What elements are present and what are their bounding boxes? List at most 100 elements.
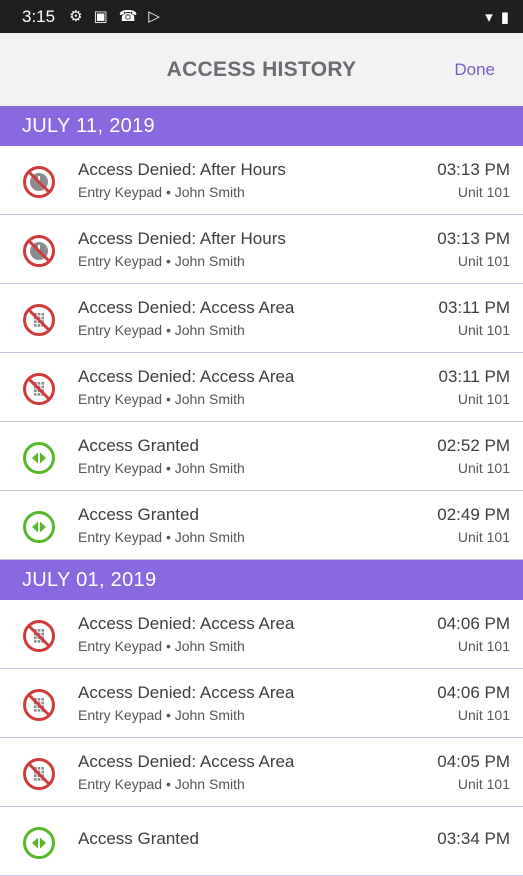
status-time: 3:15 [22, 6, 56, 26]
event-details: Entry Keypad • John Smith [78, 529, 245, 545]
row-meta: 02:52 PM Unit 101 [437, 436, 523, 476]
row-meta: 03:13 PM Unit 101 [437, 160, 523, 200]
access-granted-icon [23, 827, 55, 859]
access-granted-icon [23, 511, 55, 543]
access-denied-area-icon [23, 758, 55, 790]
event-title: Access Denied: Access Area [78, 683, 295, 702]
access-denied-hours-icon [23, 166, 55, 198]
history-row[interactable]: Access Denied: Access Area Entry Keypad … [0, 353, 523, 422]
event-unit: Unit 101 [457, 638, 510, 654]
event-title: Access Denied: Access Area [78, 367, 295, 386]
access-denied-area-icon [23, 689, 55, 721]
row-meta: 02:49 PM Unit 101 [437, 505, 523, 545]
access-granted-icon [23, 442, 55, 474]
event-details: Entry Keypad • John Smith [78, 253, 245, 269]
row-status-icon [0, 753, 78, 791]
history-row[interactable]: Access Denied: Access Area Entry Keypad … [0, 738, 523, 807]
event-title: Access Granted [78, 829, 199, 848]
access-denied-area-icon [23, 304, 55, 336]
event-title: Access Denied: After Hours [78, 160, 286, 179]
history-row[interactable]: Access Granted Entry Keypad • John Smith… [0, 491, 523, 560]
event-unit: Unit 101 [457, 460, 510, 476]
play-store-icon: ▷ [148, 8, 160, 25]
notification-icon: ☎ [118, 8, 138, 25]
event-unit: Unit 101 [457, 253, 510, 269]
event-time: 03:34 PM [437, 829, 510, 848]
settings-icon: ⚙ [69, 8, 83, 25]
row-meta: 03:34 PM [437, 829, 523, 853]
row-meta: 03:11 PM Unit 101 [438, 298, 523, 338]
history-row[interactable]: Access Denied: Access Area Entry Keypad … [0, 669, 523, 738]
done-button[interactable]: Done [454, 60, 495, 80]
row-status-icon [0, 368, 78, 406]
row-status-icon [0, 615, 78, 653]
event-title: Access Denied: Access Area [78, 298, 295, 317]
battery-icon: ▮ [500, 8, 509, 26]
row-status-icon [0, 822, 78, 860]
page-title: ACCESS HISTORY [166, 57, 357, 81]
access-denied-hours-icon [23, 235, 55, 267]
history-row[interactable]: Access Denied: Access Area Entry Keypad … [0, 284, 523, 353]
row-status-icon [0, 230, 78, 268]
event-details: Entry Keypad • John Smith [78, 322, 245, 338]
sim-icon: ▣ [93, 8, 108, 25]
event-details: Entry Keypad • John Smith [78, 707, 245, 723]
row-meta: 03:11 PM Unit 101 [438, 367, 523, 407]
row-texts: Access Granted [78, 829, 437, 853]
row-status-icon [0, 506, 78, 544]
row-meta: 03:13 PM Unit 101 [437, 229, 523, 269]
event-time: 02:52 PM [437, 436, 510, 455]
access-denied-area-icon [23, 373, 55, 405]
row-texts: Access Granted Entry Keypad • John Smith [78, 505, 437, 545]
event-time: 03:13 PM [437, 160, 510, 179]
event-time: 04:06 PM [437, 683, 510, 702]
row-status-icon [0, 437, 78, 475]
event-title: Access Granted [78, 505, 199, 524]
access-history-list: JULY 11, 2019 Access Denied: After Hours… [0, 106, 523, 876]
event-time: 03:13 PM [437, 229, 510, 248]
row-meta: 04:06 PM Unit 101 [437, 683, 523, 723]
event-time: 02:49 PM [437, 505, 510, 524]
event-unit: Unit 101 [457, 322, 510, 338]
row-texts: Access Denied: Access Area Entry Keypad … [78, 367, 438, 407]
access-denied-area-icon [23, 620, 55, 652]
event-details: Entry Keypad • John Smith [78, 391, 245, 407]
event-details: Entry Keypad • John Smith [78, 638, 245, 654]
row-texts: Access Denied: After Hours Entry Keypad … [78, 160, 437, 200]
history-row[interactable]: Access Granted 03:34 PM [0, 807, 523, 876]
row-texts: Access Denied: Access Area Entry Keypad … [78, 683, 437, 723]
event-details: Entry Keypad • John Smith [78, 776, 245, 792]
event-time: 04:05 PM [437, 752, 510, 771]
history-row[interactable]: Access Denied: After Hours Entry Keypad … [0, 146, 523, 215]
section-header-date: JULY 01, 2019 [0, 560, 523, 600]
row-status-icon [0, 161, 78, 199]
row-status-icon [0, 684, 78, 722]
event-unit: Unit 101 [457, 529, 510, 545]
event-unit: Unit 101 [457, 391, 510, 407]
event-details: Entry Keypad • John Smith [78, 184, 245, 200]
row-texts: Access Denied: Access Area Entry Keypad … [78, 752, 437, 792]
row-meta: 04:06 PM Unit 101 [437, 614, 523, 654]
row-texts: Access Granted Entry Keypad • John Smith [78, 436, 437, 476]
row-status-icon [0, 299, 78, 337]
event-unit: Unit 101 [457, 707, 510, 723]
section-header-date: JULY 11, 2019 [0, 106, 523, 146]
event-title: Access Denied: Access Area [78, 614, 295, 633]
status-bar: 3:15 ⚙ ▣ ☎ ▷ ▾ ▮ [0, 0, 523, 33]
event-title: Access Denied: Access Area [78, 752, 295, 771]
event-unit: Unit 101 [457, 776, 510, 792]
event-title: Access Granted [78, 436, 199, 455]
row-texts: Access Denied: Access Area Entry Keypad … [78, 614, 437, 654]
event-time: 03:11 PM [438, 367, 510, 386]
history-row[interactable]: Access Denied: Access Area Entry Keypad … [0, 600, 523, 669]
status-icons: ⚙ ▣ ☎ ▷ [69, 9, 160, 24]
event-title: Access Denied: After Hours [78, 229, 286, 248]
history-row[interactable]: Access Denied: After Hours Entry Keypad … [0, 215, 523, 284]
event-details: Entry Keypad • John Smith [78, 460, 245, 476]
row-texts: Access Denied: After Hours Entry Keypad … [78, 229, 437, 269]
status-right: ▾ ▮ [485, 8, 509, 26]
row-texts: Access Denied: Access Area Entry Keypad … [78, 298, 438, 338]
row-meta: 04:05 PM Unit 101 [437, 752, 523, 792]
event-time: 03:11 PM [438, 298, 510, 317]
history-row[interactable]: Access Granted Entry Keypad • John Smith… [0, 422, 523, 491]
